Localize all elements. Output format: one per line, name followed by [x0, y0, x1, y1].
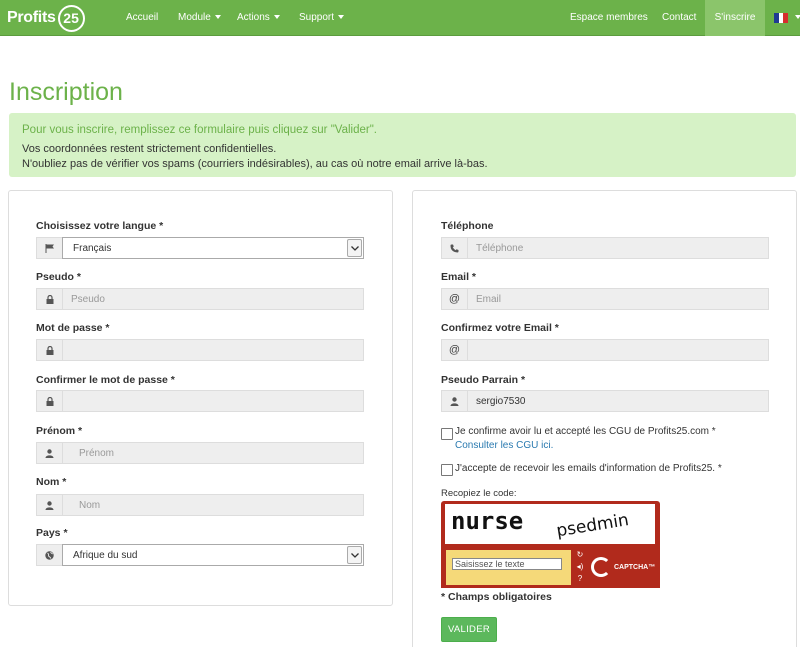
caret-down-icon [795, 15, 800, 20]
nom-label: Nom * [36, 476, 67, 488]
pseudo-placeholder: Pseudo [62, 288, 364, 310]
langue-label: Choisissez votre langue * [36, 220, 164, 232]
captcha-image: nurse psedmin [445, 504, 655, 544]
language-dropdown[interactable] [791, 0, 800, 36]
cgu-checkbox[interactable] [441, 428, 453, 440]
brand-logo[interactable]: Profits 25 [7, 4, 85, 32]
pseudo-input[interactable]: Pseudo [36, 288, 364, 310]
nav-module[interactable]: Module [178, 0, 221, 36]
prenom-placeholder: Prénom [62, 442, 364, 464]
prenom-label: Prénom * [36, 425, 83, 437]
caret-down-icon [338, 15, 345, 20]
parrain-input[interactable]: sergio7530 [441, 390, 769, 412]
captcha-ring-icon [591, 557, 611, 577]
nom-placeholder: Nom [62, 494, 364, 516]
langue-value: Français [73, 242, 112, 254]
chevron-down-icon [347, 546, 362, 564]
user-icon [441, 390, 467, 412]
flag-icon [36, 237, 62, 259]
confirmer-mdp-input[interactable] [36, 390, 364, 412]
confirm-email-placeholder [467, 339, 769, 361]
page-title: Inscription [9, 78, 123, 106]
email-label: Email * [441, 271, 477, 283]
nav-module-label: Module [178, 12, 211, 23]
alert-intro: Pour vous inscrire, remplissez ce formul… [22, 124, 377, 136]
pseudo-label: Pseudo * [36, 271, 81, 283]
user-icon [36, 494, 62, 516]
email-placeholder: Email [467, 288, 769, 310]
mot-de-passe-label: Mot de passe * [36, 322, 110, 334]
nav-contact[interactable]: Contact [662, 0, 696, 36]
captcha-word-2: psedmin [555, 510, 630, 541]
mot-de-passe-placeholder [62, 339, 364, 361]
chevron-down-icon [347, 239, 362, 257]
telephone-placeholder: Téléphone [467, 237, 769, 259]
required-note: * Champs obligatoires [441, 591, 552, 603]
captcha-frame: nurse psedmin [441, 501, 660, 547]
mot-de-passe-input[interactable] [36, 339, 364, 361]
nom-input[interactable]: Nom [36, 494, 364, 516]
top-navbar: Profits 25 Accueil Module Actions Suppor… [0, 0, 800, 36]
nav-actions-label: Actions [237, 12, 270, 23]
langue-select[interactable]: Français [36, 237, 364, 259]
pays-value: Afrique du sud [73, 549, 138, 561]
confirm-email-label: Confirmez votre Email * [441, 322, 559, 334]
lock-icon [36, 390, 62, 412]
prenom-input[interactable]: Prénom [36, 442, 364, 464]
nav-support-label: Support [299, 12, 335, 23]
lock-icon [36, 339, 62, 361]
pays-select[interactable]: Afrique du sud [36, 544, 364, 566]
captcha-input-area: Saisissez le texte [446, 550, 571, 585]
parrain-value: sergio7530 [467, 390, 769, 412]
user-icon [36, 442, 62, 464]
parrain-label: Pseudo Parrain * [441, 374, 526, 386]
telephone-label: Téléphone [441, 220, 494, 232]
cgu-text: Je confirme avoir lu et accepté les CGU … [455, 426, 716, 437]
captcha-label: Recopiez le code: [441, 488, 517, 499]
confirm-email-input[interactable]: @ [441, 339, 769, 361]
caret-down-icon [214, 15, 221, 20]
email-input[interactable]: @ Email [441, 288, 769, 310]
globe-icon [36, 544, 62, 566]
confirmer-mdp-label: Confirmer le mot de passe * [36, 374, 175, 386]
emails-checkbox[interactable] [441, 464, 453, 476]
nav-support[interactable]: Support [299, 0, 345, 36]
refresh-icon[interactable]: ↻ [574, 549, 586, 560]
captcha-controls: Saisissez le texte ↻ ◂) ? CAPTCHA™ [441, 547, 660, 588]
lock-icon [36, 288, 62, 310]
captcha-word-1: nurse [451, 507, 523, 535]
caret-down-icon [273, 15, 280, 20]
at-icon: @ [441, 288, 467, 310]
brand-text: Profits [7, 9, 56, 26]
help-icon[interactable]: ? [574, 573, 586, 584]
info-alert: Pour vous inscrire, remplissez ce formul… [9, 113, 796, 177]
audio-icon[interactable]: ◂) [574, 561, 586, 572]
telephone-input[interactable]: Téléphone [441, 237, 769, 259]
phone-icon [441, 237, 467, 259]
nav-sinscrire[interactable]: S'inscrire [705, 0, 765, 36]
emails-text: J'accepte de recevoir les emails d'infor… [455, 463, 722, 474]
french-flag-icon[interactable] [774, 13, 789, 23]
alert-line-1: Vos coordonnées restent strictement conf… [22, 143, 277, 155]
alert-line-2: N'oubliez pas de vérifier vos spams (cou… [22, 158, 488, 170]
captcha-logo-text: CAPTCHA™ [614, 563, 656, 571]
brand-number-circle: 25 [57, 4, 85, 32]
nav-espace-membres[interactable]: Espace membres [570, 0, 648, 36]
confirmer-mdp-placeholder [62, 390, 364, 412]
captcha-widget: nurse psedmin Saisissez le texte ↻ ◂) ? … [441, 501, 660, 588]
nav-accueil[interactable]: Accueil [126, 0, 158, 36]
cgu-link[interactable]: Consulter les CGU ici. [455, 439, 553, 453]
valider-button[interactable]: VALIDER [441, 617, 497, 642]
nav-actions[interactable]: Actions [237, 0, 280, 36]
captcha-input[interactable]: Saisissez le texte [452, 558, 562, 570]
at-icon: @ [441, 339, 467, 361]
captcha-logo: CAPTCHA™ [591, 552, 656, 582]
pays-label: Pays * [36, 527, 68, 539]
